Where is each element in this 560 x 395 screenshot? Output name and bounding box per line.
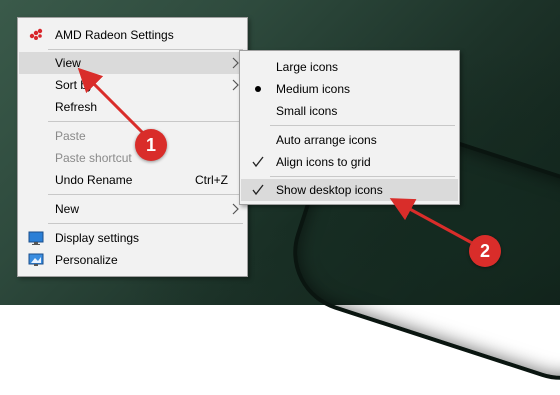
menu-item-refresh[interactable]: Refresh xyxy=(19,96,246,118)
menu-separator xyxy=(48,194,243,195)
menu-separator xyxy=(48,121,243,122)
desktop-context-menu: AMD Radeon Settings View Sort by Refresh… xyxy=(17,17,248,277)
menu-separator xyxy=(270,176,455,177)
menu-item-amd-radeon[interactable]: AMD Radeon Settings xyxy=(19,24,246,46)
menu-label: Paste shortcut xyxy=(55,151,132,165)
display-settings-icon xyxy=(28,231,44,245)
menu-label: Personalize xyxy=(55,253,118,267)
menu-label: Auto arrange icons xyxy=(276,133,377,147)
menu-label: AMD Radeon Settings xyxy=(55,28,174,42)
check-icon xyxy=(252,156,264,168)
menu-item-paste[interactable]: Paste xyxy=(19,125,246,147)
personalize-icon xyxy=(28,253,44,266)
menu-label: Undo Rename xyxy=(55,173,133,187)
menu-label: View xyxy=(55,56,81,70)
submenu-item-auto-arrange[interactable]: Auto arrange icons xyxy=(241,129,458,151)
menu-item-new[interactable]: New xyxy=(19,198,246,220)
menu-label: Align icons to grid xyxy=(276,155,371,169)
submenu-item-show-desktop-icons[interactable]: Show desktop icons xyxy=(241,179,458,201)
menu-label: Show desktop icons xyxy=(276,183,383,197)
menu-item-view[interactable]: View xyxy=(19,52,246,74)
menu-item-personalize[interactable]: Personalize xyxy=(19,249,246,271)
menu-label: Medium icons xyxy=(276,82,351,96)
menu-separator xyxy=(48,49,243,50)
menu-item-undo-rename[interactable]: Undo Rename Ctrl+Z xyxy=(19,169,246,191)
annotation-badge-2: 2 xyxy=(469,235,501,267)
menu-item-sort-by[interactable]: Sort by xyxy=(19,74,246,96)
menu-label: New xyxy=(55,202,80,216)
menu-label: Sort by xyxy=(55,78,94,92)
menu-label: Large icons xyxy=(276,60,339,74)
submenu-item-align-to-grid[interactable]: Align icons to grid xyxy=(241,151,458,173)
view-submenu: Large icons Medium icons Small icons Aut… xyxy=(239,50,460,205)
menu-item-display-settings[interactable]: Display settings xyxy=(19,227,246,249)
submenu-item-small-icons[interactable]: Small icons xyxy=(241,100,458,122)
menu-separator xyxy=(48,223,243,224)
menu-separator xyxy=(270,125,455,126)
check-icon xyxy=(252,184,264,196)
shortcut-label: Ctrl+Z xyxy=(195,173,228,187)
submenu-item-large-icons[interactable]: Large icons xyxy=(241,56,458,78)
annotation-badge-1: 1 xyxy=(135,129,167,161)
menu-item-paste-shortcut[interactable]: Paste shortcut xyxy=(19,147,246,169)
submenu-item-medium-icons[interactable]: Medium icons xyxy=(241,78,458,100)
amd-logo-icon xyxy=(29,28,43,40)
radio-bullet-icon xyxy=(255,86,261,92)
menu-label: Paste xyxy=(55,129,86,143)
menu-label: Display settings xyxy=(55,231,140,245)
menu-label: Small icons xyxy=(276,104,338,118)
menu-label: Refresh xyxy=(55,100,98,114)
